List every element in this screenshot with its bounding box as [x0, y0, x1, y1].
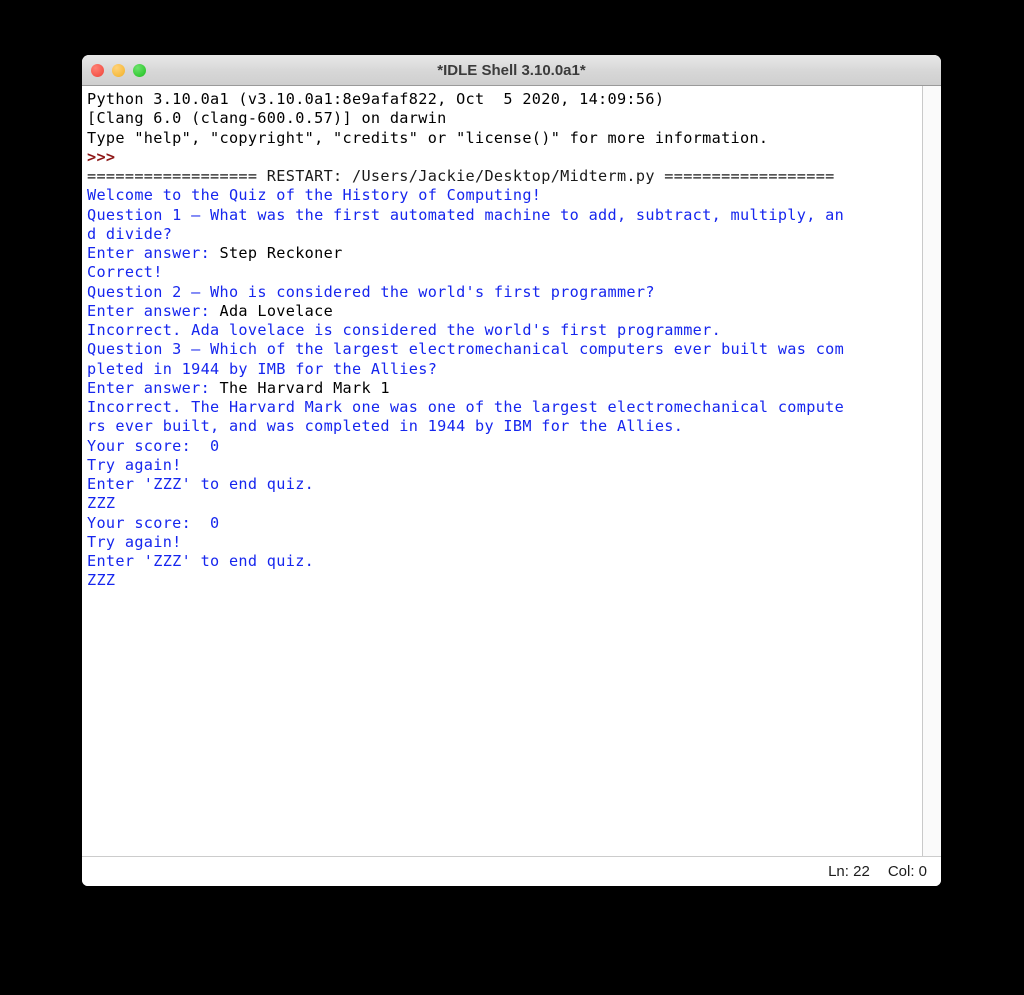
- shell-line: Question 1 — What was the first automate…: [87, 206, 922, 225]
- shell-line: Your score: 0: [87, 514, 922, 533]
- shell-line: Incorrect. The Harvard Mark one was one …: [87, 398, 922, 417]
- maximize-button[interactable]: [133, 63, 146, 77]
- status-bar: Ln: 22 Col: 0: [82, 856, 941, 886]
- shell-line: Enter answer: The Harvard Mark 1: [87, 379, 922, 398]
- vertical-scrollbar[interactable]: [922, 86, 941, 856]
- shell-line-segment: ZZZ: [87, 494, 116, 513]
- shell-line-segment: Correct!: [87, 263, 163, 282]
- shell-line-segment: Try again!: [87, 455, 182, 474]
- shell-line: ================== RESTART: /Users/Jacki…: [87, 167, 922, 186]
- status-line-number: Ln: 22: [828, 863, 870, 880]
- shell-line-segment: Question 3 — Which of the largest electr…: [87, 340, 845, 359]
- idle-shell-window: *IDLE Shell 3.10.0a1* Python 3.10.0a1 (v…: [82, 55, 941, 886]
- shell-line: Welcome to the Quiz of the History of Co…: [87, 186, 922, 205]
- shell-line: ZZZ: [87, 571, 922, 590]
- shell-line-segment: Try again!: [87, 532, 182, 551]
- shell-content: Python 3.10.0a1 (v3.10.0a1:8e9afaf822, O…: [82, 86, 941, 856]
- shell-line-segment: Type "help", "copyright", "credits" or "…: [87, 128, 769, 147]
- shell-line-segment: Enter answer:: [87, 301, 220, 320]
- shell-line-segment: Enter 'ZZZ' to end quiz.: [87, 475, 315, 493]
- shell-line-segment: [Clang 6.0 (clang-600.0.57)] on darwin: [87, 109, 447, 128]
- shell-line-segment: rs ever built, and was completed in 1944…: [87, 417, 684, 436]
- shell-line: Enter 'ZZZ' to end quiz.: [87, 552, 922, 571]
- shell-line: >>>: [87, 148, 922, 167]
- shell-line: [Clang 6.0 (clang-600.0.57)] on darwin: [87, 109, 922, 128]
- shell-line-segment: >>>: [87, 147, 116, 166]
- window-controls: [91, 63, 146, 77]
- shell-line-segment: Incorrect. Ada lovelace is considered th…: [87, 321, 722, 339]
- close-button[interactable]: [91, 63, 104, 77]
- shell-line: Try again!: [87, 456, 922, 475]
- shell-line-segment: Ada Lovelace: [219, 301, 334, 320]
- shell-line-segment: Your score: 0: [87, 436, 220, 455]
- shell-line: Type "help", "copyright", "credits" or "…: [87, 129, 922, 148]
- shell-line: Enter answer: Step Reckoner: [87, 244, 922, 263]
- shell-line-segment: Welcome to the Quiz of the History of Co…: [87, 186, 542, 205]
- shell-line-segment: Enter 'ZZZ' to end quiz.: [87, 552, 315, 570]
- shell-line: Question 3 — Which of the largest electr…: [87, 340, 922, 359]
- shell-line: Your score: 0: [87, 437, 922, 456]
- shell-line-segment: ================== RESTART: /Users/Jacki…: [87, 167, 835, 185]
- window-titlebar[interactable]: *IDLE Shell 3.10.0a1*: [82, 55, 941, 86]
- shell-line: Correct!: [87, 263, 922, 282]
- shell-line: Question 2 — Who is considered the world…: [87, 283, 922, 302]
- shell-line-segment: The Harvard Mark 1: [219, 378, 390, 397]
- minimize-button[interactable]: [112, 63, 125, 77]
- shell-line: Incorrect. Ada lovelace is considered th…: [87, 321, 922, 340]
- shell-line: Enter 'ZZZ' to end quiz.: [87, 475, 922, 494]
- shell-line: Python 3.10.0a1 (v3.10.0a1:8e9afaf822, O…: [87, 90, 922, 109]
- shell-line: ZZZ: [87, 494, 922, 513]
- shell-line-segment: pleted in 1944 by IMB for the Allies?: [87, 359, 438, 378]
- shell-line-segment: Incorrect. The Harvard Mark one was one …: [87, 398, 845, 416]
- window-title: *IDLE Shell 3.10.0a1*: [437, 61, 586, 79]
- shell-line-segment: ZZZ: [87, 571, 116, 590]
- shell-line-segment: Python 3.10.0a1 (v3.10.0a1:8e9afaf822, O…: [87, 90, 665, 108]
- shell-line-segment: Enter answer:: [87, 378, 220, 397]
- shell-line-segment: Your score: 0: [87, 513, 220, 532]
- shell-line: Enter answer: Ada Lovelace: [87, 302, 922, 321]
- shell-output-textarea[interactable]: Python 3.10.0a1 (v3.10.0a1:8e9afaf822, O…: [82, 86, 922, 856]
- shell-line-segment: Step Reckoner: [219, 244, 343, 262]
- status-column-number: Col: 0: [887, 863, 927, 880]
- shell-line-segment: d divide?: [87, 224, 173, 243]
- shell-line-segment: Question 1 — What was the first automate…: [87, 205, 845, 224]
- shell-line: pleted in 1944 by IMB for the Allies?: [87, 360, 922, 379]
- shell-line-segment: Enter answer:: [87, 244, 220, 262]
- shell-line: Try again!: [87, 533, 922, 552]
- shell-line: rs ever built, and was completed in 1944…: [87, 417, 922, 436]
- shell-line-segment: Question 2 — Who is considered the world…: [87, 282, 655, 301]
- shell-line: d divide?: [87, 225, 922, 244]
